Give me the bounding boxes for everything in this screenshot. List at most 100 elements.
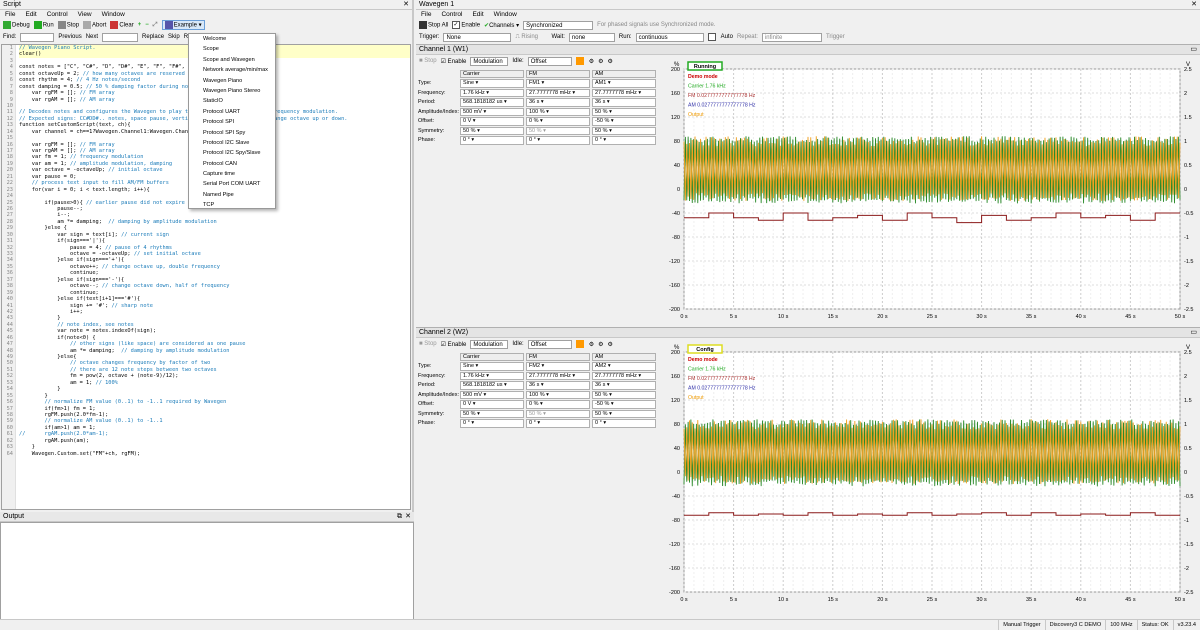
menu-control[interactable]: Control	[47, 11, 68, 18]
close-icon[interactable]: ✕	[405, 512, 411, 522]
menu-edit[interactable]: Edit	[25, 11, 36, 18]
menu-control[interactable]: Control	[441, 11, 462, 18]
channels-dropdown[interactable]: ✔Channels ▾	[484, 22, 519, 29]
skip-button[interactable]: Skip	[168, 34, 180, 40]
y-unit-label: %	[674, 62, 680, 68]
menu-view[interactable]: View	[78, 11, 92, 18]
enable-checkbox[interactable]: ✓ Enable	[452, 21, 480, 29]
run-select[interactable]: continuous	[635, 32, 704, 42]
x-tick-label: 5 s	[730, 314, 738, 320]
x-tick-label: 0 s	[680, 597, 688, 603]
trigger-select[interactable]: None	[443, 32, 512, 42]
y2-unit-label: V	[1186, 345, 1190, 351]
y-tick-label: 0	[677, 470, 680, 476]
line-number-gutter: 1 2 3 4 5 6 7 8 9 10 11 12 13 14 15 16 17 18 19 20 21 22 23 24 2…	[2, 45, 16, 509]
replace-input[interactable]	[102, 32, 139, 42]
example-menu-item[interactable]: Wavegen Piano	[189, 76, 275, 86]
find-input[interactable]	[20, 32, 55, 42]
code-comment: // earlier pause did not expire	[85, 199, 185, 206]
example-menu-item[interactable]: Wavegen Piano Stereo	[189, 86, 275, 96]
example-menu-item[interactable]: Scope	[189, 44, 275, 54]
sync-mode-select[interactable]: Synchronized	[523, 20, 594, 30]
channel-panel: Channel 1 (W1) ▭ ■ Stop ☑ Enable Modulation I…	[416, 44, 1200, 325]
x-tick-label: 50 s	[1175, 314, 1186, 320]
repeat-label: Repeat:	[736, 34, 758, 40]
clear-button[interactable]: Clear	[110, 21, 134, 29]
next-button[interactable]: Next	[86, 34, 98, 40]
y-tick-label: -160	[669, 566, 680, 572]
stop-all-button[interactable]: Stop All	[419, 21, 448, 29]
abort-button[interactable]: Abort	[83, 21, 106, 29]
close-icon[interactable]: ✕	[1191, 0, 1197, 10]
code-comment: // sharp note	[111, 302, 153, 309]
restore-icon[interactable]: ⧉	[397, 512, 402, 522]
auto-checkbox[interactable]	[707, 33, 716, 41]
auto-label: Auto	[720, 34, 733, 40]
stop-button[interactable]: Stop	[57, 21, 79, 29]
wave-plot[interactable]: 200 2.5160 2120 1.580 140 0.50 0-40 -0.5-80 -1-1…	[416, 340, 1200, 608]
y2-tick-label: 1	[1184, 139, 1187, 145]
sync-note: For phased signals use Synchronized mode…	[597, 22, 716, 28]
example-button[interactable]: Example ▾	[161, 20, 205, 30]
maximize-icon[interactable]: ▭	[1190, 45, 1197, 55]
output-title: Output	[3, 513, 25, 520]
line-number: 64	[6, 450, 13, 457]
legend-entry: Demo mode	[688, 74, 718, 80]
wave-plot[interactable]: 200 2.5160 2120 1.580 140 0.50 0-40 -0.5-80 -1-1…	[416, 57, 1200, 325]
example-menu-item[interactable]: Scope and Wavegen	[189, 55, 275, 65]
code-comment: // 4 Hz notes/second	[76, 77, 141, 84]
code-comment: // normalize AM value (0..1) to -1..1	[44, 418, 163, 425]
y2-tick-label: -1.5	[1184, 542, 1193, 548]
previous-button[interactable]: Previous	[58, 34, 81, 40]
trigger-label: Trigger:	[419, 34, 440, 40]
example-menu-item[interactable]: Welcome	[189, 34, 275, 44]
add-icon[interactable]: +	[138, 22, 142, 28]
example-menu-item[interactable]: Protocol CAN	[189, 159, 275, 169]
example-menu-item[interactable]: Protocol I2C Slave	[189, 138, 275, 148]
wait-select[interactable]: none	[568, 32, 615, 42]
x-tick-label: 25 s	[927, 597, 938, 603]
legend-entry: Carrier 1.76 kHz	[688, 84, 726, 90]
y2-tick-label: -2.5	[1184, 307, 1193, 313]
example-menu-item[interactable]: Capture time	[189, 169, 275, 179]
example-menu-item[interactable]: Network average/min/max	[189, 65, 275, 75]
y-unit-label: %	[674, 345, 680, 351]
expand-icon[interactable]: ⤢	[153, 22, 158, 29]
example-menu-item[interactable]: Protocol SPI Spy	[189, 128, 275, 138]
menu-window[interactable]: Window	[102, 11, 125, 18]
checkbox-checked-icon: ✓	[452, 21, 461, 29]
abort-icon	[83, 21, 92, 29]
run-button[interactable]: Run	[33, 21, 54, 29]
channel-panel: Channel 2 (W2) ▭ ■ Stop ☑ Enable Modulation I…	[416, 327, 1200, 608]
repeat-select[interactable]: infinite	[761, 32, 822, 42]
y2-tick-label: -1	[1184, 518, 1189, 524]
y2-tick-label: 0	[1184, 470, 1187, 476]
example-menu-item[interactable]: Named Pipe	[189, 190, 275, 200]
replace-button[interactable]: Replace	[142, 34, 164, 40]
example-menu-item[interactable]: TCP	[189, 200, 275, 210]
example-menu-item[interactable]: Protocol I2C Spy/Slave	[189, 148, 275, 158]
debug-button[interactable]: Debug	[3, 21, 30, 29]
polarity-button[interactable]: ⎍ Rising	[515, 34, 547, 41]
menu-file[interactable]: File	[421, 11, 431, 18]
maximize-icon[interactable]: ▭	[1190, 328, 1197, 338]
remove-icon[interactable]: −	[145, 22, 149, 28]
example-menu-item[interactable]: Protocol UART	[189, 107, 275, 117]
y-tick-label: -80	[672, 235, 680, 241]
example-menu-item[interactable]: Serial Port COM UART	[189, 179, 275, 189]
x-tick-label: 15 s	[828, 597, 839, 603]
menu-window[interactable]: Window	[494, 11, 517, 18]
y-tick-label: 160	[671, 91, 680, 97]
trigger-button[interactable]: Trigger	[826, 34, 845, 40]
example-menu-item[interactable]: Protocol SPI	[189, 117, 275, 127]
y2-tick-label: 1.5	[1184, 398, 1192, 404]
example-menu-item[interactable]: StaticIO	[189, 96, 275, 106]
y-tick-label: 80	[674, 139, 680, 145]
menu-edit[interactable]: Edit	[472, 11, 483, 18]
menu-file[interactable]: File	[5, 11, 15, 18]
output-area[interactable]	[0, 522, 414, 628]
close-icon[interactable]: ✕	[403, 0, 409, 10]
channel-title: Channel 1 (W1)	[419, 46, 469, 53]
y-tick-label: 40	[674, 163, 680, 169]
legend-entry: Carrier 1.76 kHz	[688, 367, 726, 373]
